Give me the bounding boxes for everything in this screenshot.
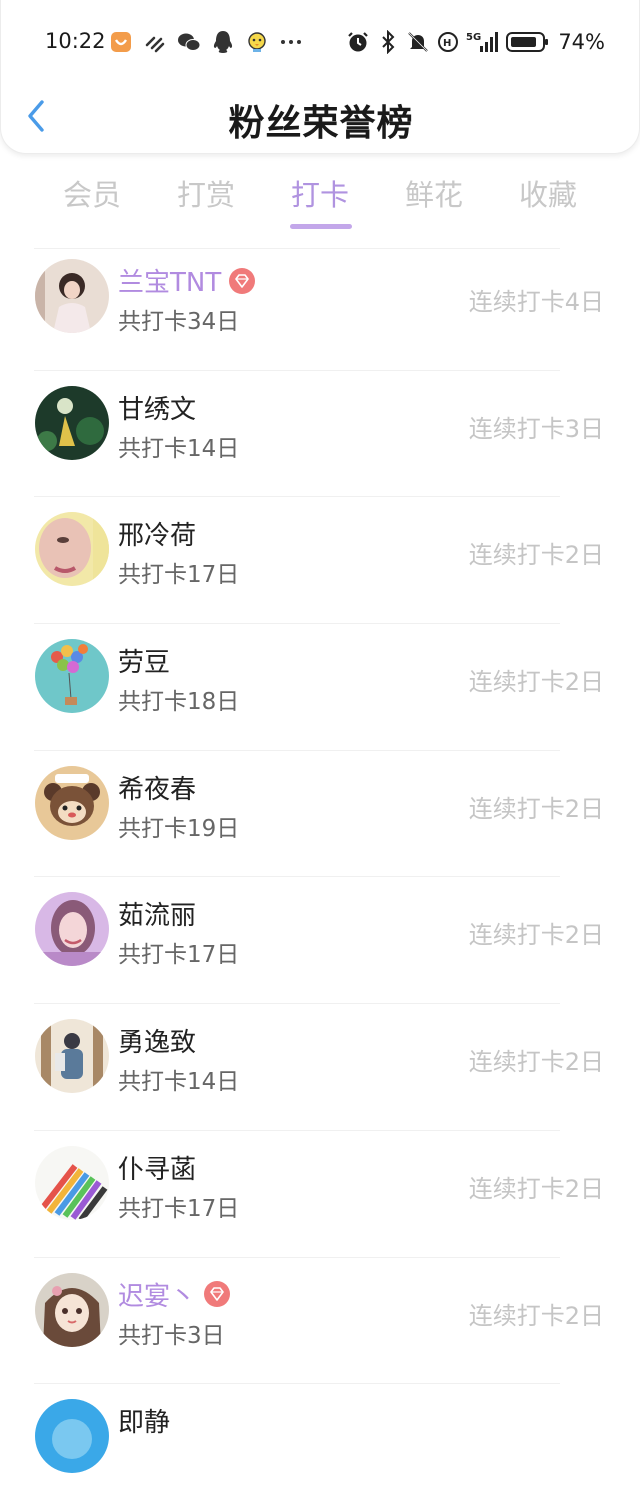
total-checkins: 共打卡17日 — [118, 1195, 240, 1222]
signal-5g-icon: 5G — [466, 30, 500, 54]
streak-days: 连续打卡2日 — [468, 794, 604, 823]
streak-days: 连续打卡2日 — [468, 1048, 604, 1077]
active-tab-indicator — [290, 224, 352, 229]
user-name-text: 邢冷荷 — [118, 521, 197, 552]
mute-bell-icon — [406, 30, 430, 54]
tab-checkin[interactable]: 打卡 — [270, 172, 370, 229]
tab-bar: 会员 打赏 打卡 鲜花 收藏 — [0, 168, 640, 232]
nav-bar: 粉丝荣誉榜 — [1, 80, 640, 154]
list-item[interactable]: 迟宴丶 共打卡3日 连续打卡2日 — [0, 1258, 640, 1385]
streak-days: 连续打卡2日 — [468, 541, 604, 570]
bluetooth-icon — [376, 30, 400, 54]
user-name: 迟宴丶 — [118, 1276, 231, 1313]
list-item[interactable]: 茹流丽 共打卡17日 连续打卡2日 — [0, 877, 640, 1005]
avatar[interactable] — [35, 1272, 109, 1347]
user-name: 即静 — [118, 1402, 170, 1439]
link-icon — [143, 30, 167, 54]
streak-days: 连续打卡2日 — [468, 1174, 604, 1203]
total-checkins: 共打卡18日 — [118, 689, 240, 716]
qq-icon — [211, 30, 235, 54]
chick-icon — [245, 30, 269, 54]
ranking-list: 兰宝TNT 共打卡34日 连续打卡4日 甘绣文 共打卡14日 连续打卡3日 邢冷… — [0, 244, 640, 1511]
streak-days: 连续打卡2日 — [468, 1301, 604, 1330]
avatar[interactable] — [35, 259, 109, 333]
tab-tips[interactable]: 打赏 — [156, 172, 256, 214]
wechat-icon — [177, 30, 201, 54]
user-name: 希夜春 — [118, 769, 196, 806]
avatar[interactable] — [35, 639, 109, 714]
user-name: 甘绣文 — [118, 389, 196, 426]
user-name-text: 仆寻菡 — [118, 1154, 197, 1185]
total-checkins: 共打卡14日 — [118, 435, 240, 462]
battery-icon — [506, 30, 550, 54]
system-status-icons: H 5G 74% — [346, 28, 605, 56]
tab-checkin-label: 打卡 — [290, 178, 349, 212]
avatar[interactable] — [35, 1145, 109, 1220]
user-name: 劳豆 — [118, 642, 170, 679]
streak-days: 连续打卡2日 — [468, 921, 604, 950]
user-name-text: 勇逸致 — [118, 1028, 197, 1059]
tab-flowers[interactable]: 鲜花 — [384, 172, 484, 214]
user-name-text: 劳豆 — [118, 648, 171, 679]
avatar[interactable] — [35, 1399, 109, 1474]
user-name: 茹流丽 — [118, 895, 196, 932]
avatar[interactable] — [35, 512, 109, 587]
page-title: 粉丝荣誉榜 — [228, 103, 414, 144]
hd-call-icon: H — [436, 30, 460, 54]
user-name: 邢冷荷 — [118, 515, 196, 552]
tab-favorites[interactable]: 收藏 — [498, 172, 598, 214]
list-item[interactable]: 勇逸致 共打卡14日 连续打卡2日 — [0, 1004, 640, 1131]
total-checkins: 共打卡34日 — [118, 309, 240, 335]
user-name-text: 迟宴丶 — [118, 1281, 197, 1312]
user-name: 兰宝TNT — [118, 262, 256, 299]
total-checkins: 共打卡19日 — [118, 815, 240, 842]
list-item[interactable]: 希夜春 共打卡19日 连续打卡2日 — [0, 751, 640, 878]
total-checkins: 共打卡3日 — [118, 1322, 225, 1349]
user-name: 勇逸致 — [118, 1022, 196, 1059]
alarm-icon — [346, 30, 370, 54]
status-time: 10:22 — [45, 29, 106, 53]
user-name-text: 兰宝TNT — [118, 268, 222, 298]
diamond-icon — [204, 1281, 231, 1307]
avatar[interactable] — [35, 385, 109, 460]
app-notification-icon — [109, 30, 133, 54]
user-name-text: 甘绣文 — [118, 394, 197, 425]
list-item[interactable]: 仆寻菡 共打卡17日 连续打卡2日 — [0, 1131, 640, 1258]
battery-percent: 74% — [558, 30, 605, 54]
streak-days: 连续打卡4日 — [468, 288, 604, 316]
status-bar: 10:22 H 5G 74% — [1, 22, 640, 62]
diamond-icon — [229, 267, 256, 294]
user-name-text: 希夜春 — [118, 774, 197, 805]
avatar[interactable] — [35, 765, 109, 840]
svg-text:H: H — [443, 38, 451, 49]
list-item[interactable]: 劳豆 共打卡18日 连续打卡2日 — [0, 624, 640, 751]
user-name-text: 即静 — [118, 1408, 171, 1439]
list-item[interactable]: 兰宝TNT 共打卡34日 连续打卡4日 — [0, 244, 640, 371]
total-checkins: 共打卡17日 — [118, 562, 240, 589]
avatar[interactable] — [35, 892, 109, 967]
user-name-text: 茹流丽 — [118, 901, 197, 932]
notification-icons — [109, 28, 303, 56]
user-name: 仆寻菡 — [118, 1149, 196, 1186]
streak-days: 连续打卡2日 — [468, 668, 604, 697]
more-dots-icon — [279, 30, 303, 54]
header-card: 10:22 H 5G 74% 粉丝荣誉榜 — [0, 0, 640, 154]
svg-text:5G: 5G — [466, 32, 481, 43]
list-item[interactable]: 甘绣文 共打卡14日 连续打卡3日 — [0, 371, 640, 498]
avatar[interactable] — [35, 1019, 109, 1094]
list-item[interactable]: 邢冷荷 共打卡17日 连续打卡2日 — [0, 497, 640, 625]
streak-days: 连续打卡3日 — [468, 414, 604, 443]
list-item[interactable]: 即静 — [0, 1384, 640, 1511]
total-checkins: 共打卡14日 — [118, 1069, 240, 1096]
total-checkins: 共打卡17日 — [118, 942, 240, 969]
tab-members[interactable]: 会员 — [42, 172, 142, 214]
